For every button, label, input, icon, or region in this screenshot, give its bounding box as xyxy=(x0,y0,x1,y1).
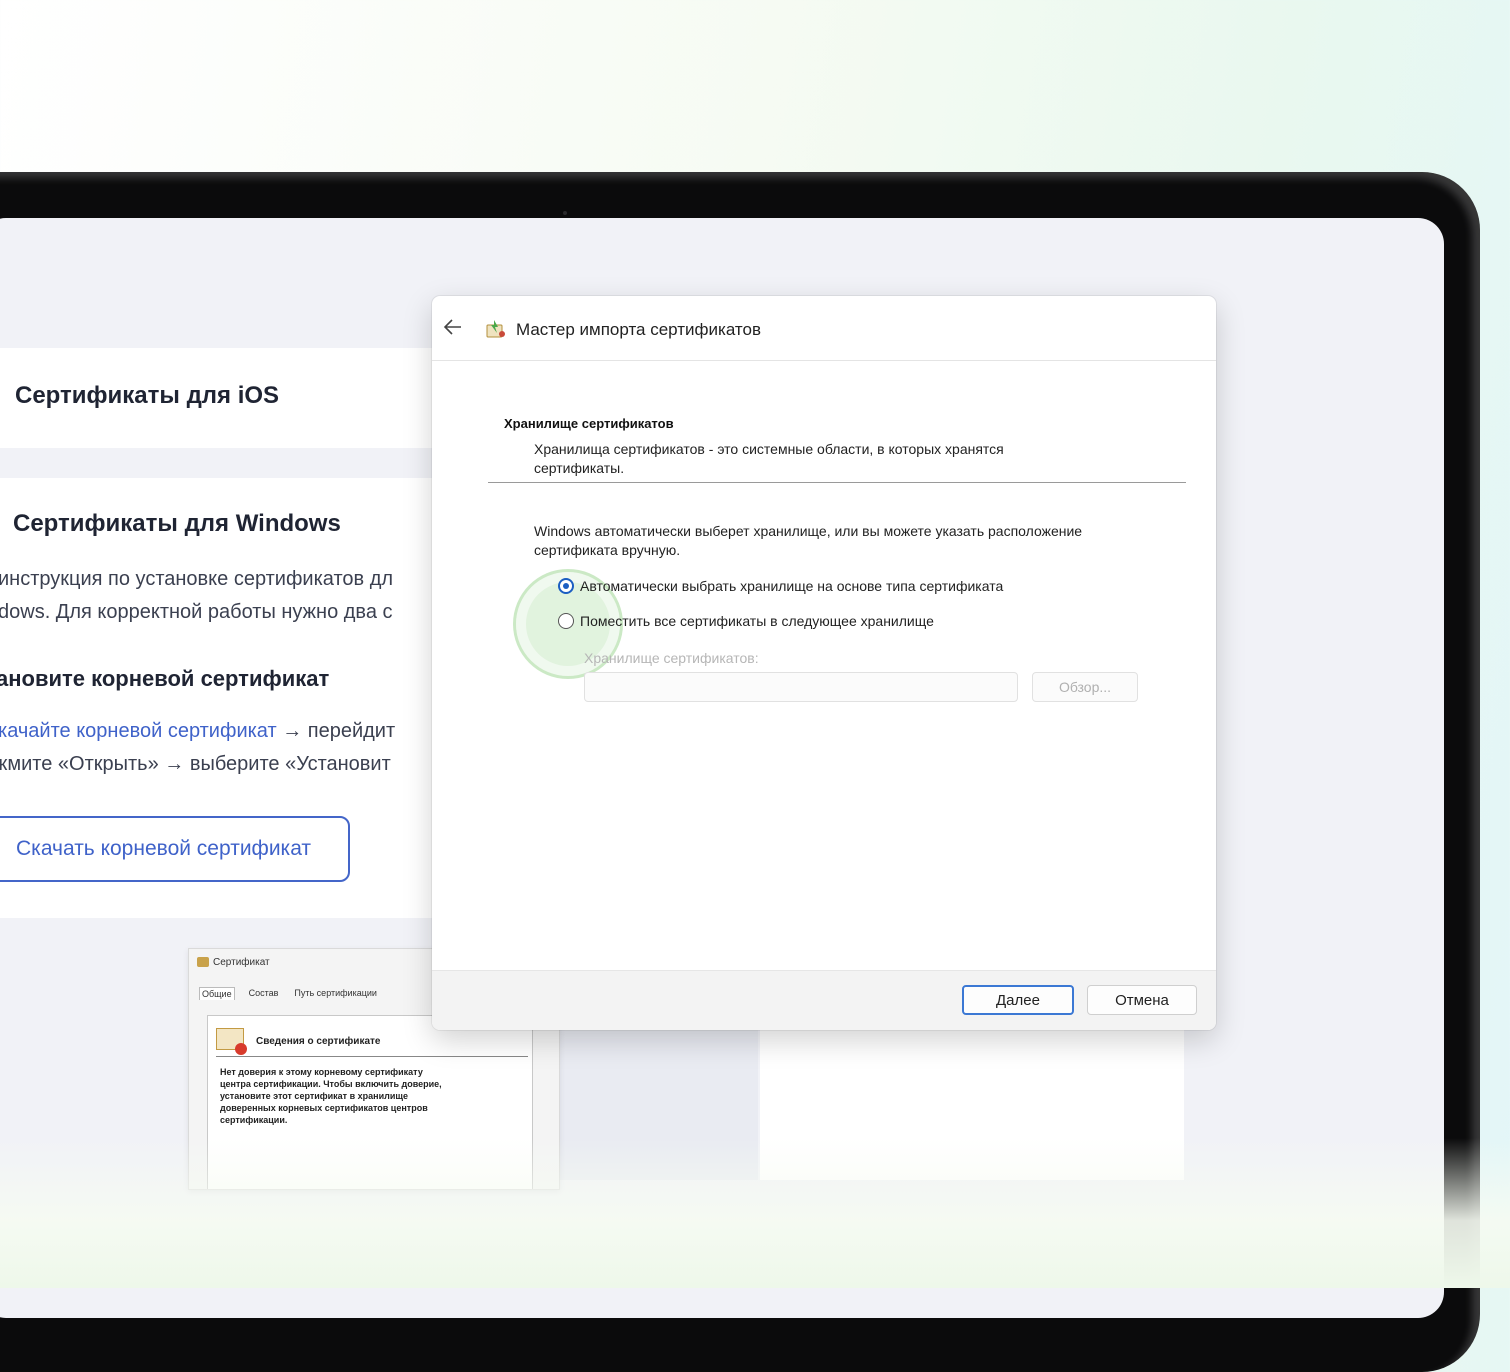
windows-heading: Сертификаты для Windows xyxy=(13,510,341,537)
dialog-title: Мастер импорта сертификатов xyxy=(516,320,762,339)
intro-line-1: инструкция по установке сертификатов дл xyxy=(0,568,394,590)
screenshot-gap xyxy=(558,1030,758,1180)
radio-manual-indicator[interactable] xyxy=(558,613,574,629)
cancel-button[interactable]: Отмена xyxy=(1087,985,1197,1015)
download-root-cert-button[interactable]: Скачать корневой сертификат xyxy=(0,816,350,882)
section-heading: Хранилище сертификатов xyxy=(504,416,674,431)
cert-tab-details: Состав xyxy=(248,988,279,998)
radio-auto-label[interactable]: Автоматически выбрать хранилище на основ… xyxy=(580,578,1003,594)
radio-auto-indicator[interactable] xyxy=(558,578,574,594)
next-button[interactable]: Далее xyxy=(962,985,1074,1015)
section-description: Хранилища сертификатов - это системные о… xyxy=(534,441,1004,476)
download-link[interactable]: качайте корневой сертификат xyxy=(0,720,277,742)
store-field[interactable] xyxy=(584,672,1018,702)
step-line-1-rest: → перейдит xyxy=(276,720,396,742)
certificate-import-wizard: Мастер импорта сертификатов Хранилище се… xyxy=(432,296,1216,1030)
screenshot-backdrop xyxy=(760,1030,1184,1180)
camera-dot xyxy=(563,211,567,215)
certificate-wizard-icon xyxy=(486,320,505,338)
browse-button[interactable]: Обзор... xyxy=(1032,672,1138,702)
section-divider xyxy=(488,482,1186,483)
cert-window-tabs: Общие Состав Путь сертификации xyxy=(199,987,379,1000)
radio-manual-store[interactable]: Поместить все сертификаты в следующее хр… xyxy=(558,613,934,629)
cert-info-heading: Сведения о сертификате xyxy=(256,1036,381,1047)
intro-line-2: dows. Для корректной работы нужно два с xyxy=(0,601,393,623)
step-heading: ановите корневой сертификат xyxy=(0,666,330,691)
cert-window-title: Сертификат xyxy=(213,957,270,968)
certificate-warning-icon xyxy=(216,1028,247,1055)
store-field-label: Хранилище сертификатов: xyxy=(584,650,759,666)
cert-info-panel: Сведения о сертификате Нет доверия к это… xyxy=(207,1015,533,1189)
ios-heading: Сертификаты для iOS xyxy=(15,382,280,409)
radio-auto-store[interactable]: Автоматически выбрать хранилище на основ… xyxy=(558,578,1003,594)
cert-tab-general: Общие xyxy=(199,987,235,1000)
dialog-header: Мастер импорта сертификатов xyxy=(432,296,1216,361)
cert-tab-path: Путь сертификации xyxy=(294,988,377,998)
radio-manual-label[interactable]: Поместить все сертификаты в следующее хр… xyxy=(580,613,934,629)
certificate-small-icon xyxy=(197,957,209,967)
instructions-text: инструкция по установке сертификатов дл … xyxy=(0,560,432,790)
arrow-left-icon[interactable] xyxy=(442,316,464,338)
step-line-1: качайте корневой сертификат → перейдит xyxy=(0,720,395,743)
store-intro-text: Windows автоматически выберет хранилище,… xyxy=(534,523,1083,558)
cert-info-divider xyxy=(216,1056,528,1057)
cert-info-text: Нет доверия к этому корневому сертификат… xyxy=(220,1067,442,1125)
step-line-2: жмите «Открыть» → выберите «Установит xyxy=(0,753,391,775)
dialog-footer: Далее Отмена xyxy=(432,970,1216,1030)
